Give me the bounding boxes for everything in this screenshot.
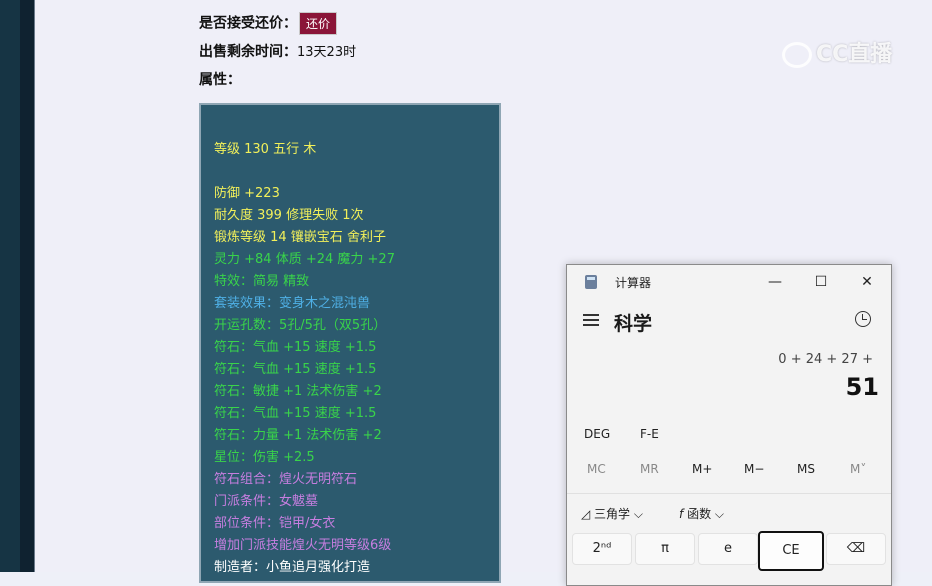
attr-line: 部位条件：铠甲/女衣 (214, 516, 336, 531)
memory-list-button[interactable]: M˅ (850, 462, 866, 476)
attr-line: 特效：简易 精致 (214, 274, 310, 289)
history-icon[interactable] (855, 311, 871, 327)
time-value: 13天23时 (297, 45, 357, 60)
func-dropdown[interactable]: f 函数 ⌵ (679, 505, 724, 522)
attr-line: 门派条件：女魃墓 (214, 494, 319, 509)
ms-button[interactable]: MS (797, 462, 815, 476)
calculator-title: 计算器 (615, 276, 652, 290)
ce-key[interactable]: CE (758, 531, 824, 571)
second-key[interactable]: 2ⁿᵈ (572, 533, 632, 565)
bargain-button[interactable]: 还价 (299, 12, 338, 35)
window-edge-inner (20, 0, 35, 572)
e-key[interactable]: e (698, 533, 758, 565)
window-edge (0, 0, 20, 572)
attr-line: 增加门派技能煌火无明等级6级 (214, 538, 392, 553)
mr-button[interactable]: MR (640, 462, 659, 476)
attr-line: 防御 +223 (214, 186, 280, 201)
attr-line: 灵力 +84 体质 +24 魔力 +27 (214, 252, 395, 267)
bargain-row: 是否接受还价： 还价 (199, 12, 338, 35)
attr-line: 符石：力量 +1 法术伤害 +2 (214, 428, 382, 443)
trig-icon: ◿ (581, 507, 595, 521)
pi-key[interactable]: π (635, 533, 695, 565)
menu-icon[interactable] (583, 314, 599, 326)
mode-title: 科学 (614, 313, 653, 335)
attr-line: 星位：伤害 +2.5 (214, 450, 315, 465)
attr-line: 符石：气血 +15 速度 +1.5 (214, 340, 377, 355)
bargain-label: 是否接受还价： (199, 15, 297, 32)
attr-line: 符石：敏捷 +1 法术伤害 +2 (214, 384, 382, 399)
calculator-app-icon (585, 275, 597, 289)
attr-line: 套装效果：变身木之混沌兽 (214, 296, 371, 311)
calculator-window[interactable]: 计算器 — ☐ ✕ 科学 0 + 24 + 27 + 51 DEG F-E MC… (566, 264, 892, 586)
calculator-titlebar[interactable]: 计算器 — ☐ ✕ (567, 265, 891, 299)
maximize-icon[interactable]: ☐ (806, 271, 836, 293)
function-icon: f (679, 507, 684, 521)
chevron-down-icon: ⌵ (711, 507, 724, 521)
mc-button[interactable]: MC (587, 462, 606, 476)
watermark-text: CC直播 (816, 42, 893, 67)
m-minus-button[interactable]: M− (744, 462, 764, 476)
attribute-panel: 等级 130 五行 木 防御 +223 耐久度 399 修理失败 1次 锻炼等级… (199, 103, 501, 583)
attr-label: 属性： (199, 72, 241, 88)
result-display: 51 (845, 373, 879, 401)
attr-line: 锻炼等级 14 镶嵌宝石 舍利子 (214, 230, 386, 245)
trig-dropdown[interactable]: ◿ 三角学 ⌵ (581, 505, 643, 522)
backspace-key[interactable]: ⌫ (826, 533, 886, 565)
attr-line: 符石：气血 +15 速度 +1.5 (214, 362, 377, 377)
divider (567, 493, 891, 494)
attr-line: 开运孔数：5孔/5孔（双5孔） (214, 318, 387, 333)
deg-button[interactable]: DEG (584, 427, 610, 441)
attr-line: 符石组合：煌火无明符石 (214, 472, 358, 487)
m-plus-button[interactable]: M+ (692, 462, 712, 476)
chevron-down-icon: ⌵ (630, 507, 643, 521)
minimize-icon[interactable]: — (760, 271, 790, 293)
watermark-logo-icon (782, 42, 812, 68)
func-label: 函数 (687, 507, 712, 521)
attr-line: 耐久度 399 修理失败 1次 (214, 208, 364, 223)
time-label: 出售剩余时间： (199, 44, 297, 60)
time-row: 出售剩余时间：13天23时 (199, 41, 356, 61)
watermark: CC直播 (782, 36, 892, 68)
attr-line: 符石：气血 +15 速度 +1.5 (214, 406, 377, 421)
attr-line: 制造者：小鱼追月强化打造 (214, 560, 371, 575)
attr-line: 等级 130 五行 木 (214, 142, 317, 157)
fe-button[interactable]: F-E (640, 427, 659, 441)
expression-display: 0 + 24 + 27 + (778, 352, 873, 367)
close-icon[interactable]: ✕ (852, 271, 882, 293)
trig-label: 三角学 (594, 507, 631, 521)
